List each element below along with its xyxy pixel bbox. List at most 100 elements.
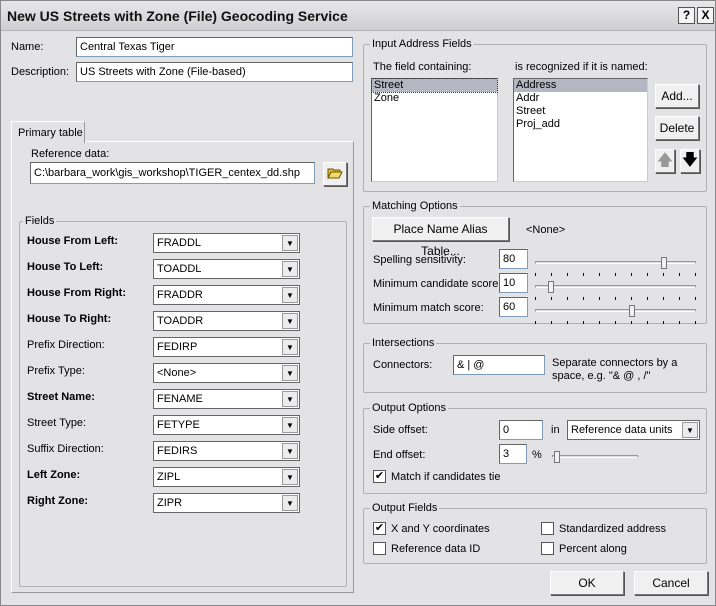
field-label: Street Name: — [27, 391, 95, 403]
match-if-tie-checkbox[interactable]: ✔ — [373, 470, 386, 483]
slider-tick — [615, 321, 616, 324]
slider-tick — [599, 321, 600, 324]
output-field-checkbox[interactable] — [541, 542, 554, 555]
list-item[interactable]: Proj_add — [514, 118, 647, 131]
field-label: Suffix Direction: — [27, 443, 104, 455]
field-label: House To Left: — [27, 261, 104, 273]
list-item[interactable]: Addr — [514, 92, 647, 105]
slider-tick — [663, 273, 664, 276]
list-item[interactable]: Zone — [372, 92, 497, 105]
list-item[interactable]: Street — [514, 105, 647, 118]
field-label: House To Right: — [27, 313, 112, 325]
slider-tick — [679, 297, 680, 300]
slider-track — [552, 455, 638, 458]
connectors-input[interactable]: & | @ — [453, 355, 545, 375]
minimum-match-score-input[interactable]: 60 — [499, 297, 528, 317]
chevron-down-icon: ▼ — [682, 422, 698, 438]
chevron-down-icon: ▼ — [282, 261, 298, 277]
slider-tick — [695, 321, 696, 324]
place-name-alias-table-button[interactable]: Place Name Alias Table... — [372, 217, 509, 258]
matching-options-title: Matching Options — [370, 200, 460, 212]
slider-tick — [647, 273, 648, 276]
slider-tick — [631, 321, 632, 324]
output-field-label: Reference data ID — [391, 543, 481, 555]
output-field-checkbox[interactable]: ✔ — [373, 522, 386, 535]
slider-tick — [551, 297, 552, 300]
field-select[interactable]: TOADDL ▼ — [153, 259, 300, 279]
chevron-down-icon: ▼ — [282, 495, 298, 511]
end-offset-input[interactable]: 3 — [499, 444, 527, 464]
output-field-label: X and Y coordinates — [391, 523, 490, 535]
field-select-value: FRADDR — [157, 289, 203, 301]
browse-button[interactable] — [323, 162, 347, 186]
field-select-value: FRADDL — [157, 237, 202, 249]
recognized-names-label: is recognized if it is named: — [515, 61, 648, 73]
description-input[interactable]: US Streets with Zone (File-based) — [76, 62, 353, 82]
chevron-down-icon: ▼ — [282, 391, 298, 407]
output-field-checkbox[interactable] — [541, 522, 554, 535]
field-select[interactable]: FRADDL ▼ — [153, 233, 300, 253]
field-select[interactable]: TOADDR ▼ — [153, 311, 300, 331]
slider-thumb[interactable] — [660, 257, 667, 269]
ok-button[interactable]: OK — [550, 571, 624, 595]
alias-table-value: <None> — [526, 224, 566, 236]
connectors-hint: Separate connectors by a space, e.g. "& … — [552, 357, 678, 382]
field-select[interactable]: FRADDR ▼ — [153, 285, 300, 305]
name-input[interactable]: Central Texas Tiger — [76, 37, 353, 57]
percent-label: % — [532, 449, 542, 461]
field-select[interactable]: FEDIRS ▼ — [153, 441, 300, 461]
help-button[interactable]: ? — [678, 7, 695, 24]
address-field-list[interactable]: Street Zone — [371, 78, 498, 182]
spelling-sensitivity-input[interactable]: 80 — [499, 249, 528, 269]
field-select-value: ZIPL — [157, 471, 181, 483]
minimum-candidate-score-slider[interactable] — [535, 281, 696, 303]
arrow-down-icon: 🡇 — [681, 152, 699, 169]
move-down-button[interactable]: 🡇 — [680, 149, 700, 173]
slider-thumb[interactable] — [548, 281, 555, 293]
slider-tick — [663, 297, 664, 300]
list-item[interactable]: Address — [514, 79, 647, 92]
slider-tick — [679, 321, 680, 324]
close-button[interactable]: X — [697, 7, 714, 24]
slider-thumb[interactable] — [628, 305, 635, 317]
field-label: Street Type: — [27, 417, 87, 429]
field-label: Left Zone: — [27, 469, 81, 481]
field-select[interactable]: <None> ▼ — [153, 363, 300, 383]
output-field-checkbox[interactable] — [373, 542, 386, 555]
field-select[interactable]: ZIPR ▼ — [153, 493, 300, 513]
field-select[interactable]: FENAME ▼ — [153, 389, 300, 409]
side-offset-input[interactable]: 0 — [499, 420, 543, 440]
units-value: Reference data units — [571, 424, 673, 436]
field-select[interactable]: FETYPE ▼ — [153, 415, 300, 435]
field-label: Prefix Type: — [27, 365, 85, 377]
slider-tick — [663, 321, 664, 324]
slider-track — [535, 261, 696, 264]
minimum-match-score-slider[interactable] — [535, 305, 696, 327]
slider-tick — [583, 321, 584, 324]
field-select[interactable]: FEDIRP ▼ — [153, 337, 300, 357]
field-label: Right Zone: — [27, 495, 89, 507]
list-item[interactable]: Street — [371, 78, 498, 93]
reference-data-input[interactable]: C:\barbara_work\gis_workshop\TIGER_cente… — [30, 162, 315, 184]
field-label: House From Left: — [27, 235, 119, 247]
window-title: New US Streets with Zone (File) Geocodin… — [7, 8, 348, 24]
delete-button[interactable]: Delete — [655, 116, 699, 140]
chevron-down-icon: ▼ — [282, 339, 298, 355]
move-up-button[interactable]: 🡅 — [655, 149, 675, 173]
side-offset-in-label: in — [551, 424, 560, 436]
cancel-button[interactable]: Cancel — [634, 571, 708, 595]
end-offset-slider[interactable] — [552, 451, 638, 473]
input-address-fields-title: Input Address Fields — [370, 38, 474, 50]
add-button[interactable]: Add... — [655, 84, 699, 108]
minimum-candidate-score-input[interactable]: 10 — [499, 273, 528, 293]
spelling-sensitivity-slider[interactable] — [535, 257, 696, 279]
slider-tick — [535, 297, 536, 300]
tab-primary-table[interactable]: Primary table — [11, 121, 85, 143]
side-offset-units-select[interactable]: Reference data units ▼ — [567, 420, 700, 440]
alias-name-list[interactable]: Address Addr Street Proj_add — [513, 78, 648, 182]
field-select[interactable]: ZIPL ▼ — [153, 467, 300, 487]
slider-tick — [551, 273, 552, 276]
slider-thumb[interactable] — [554, 451, 561, 463]
field-select-value: FENAME — [157, 393, 203, 405]
field-select-value: FETYPE — [157, 419, 200, 431]
